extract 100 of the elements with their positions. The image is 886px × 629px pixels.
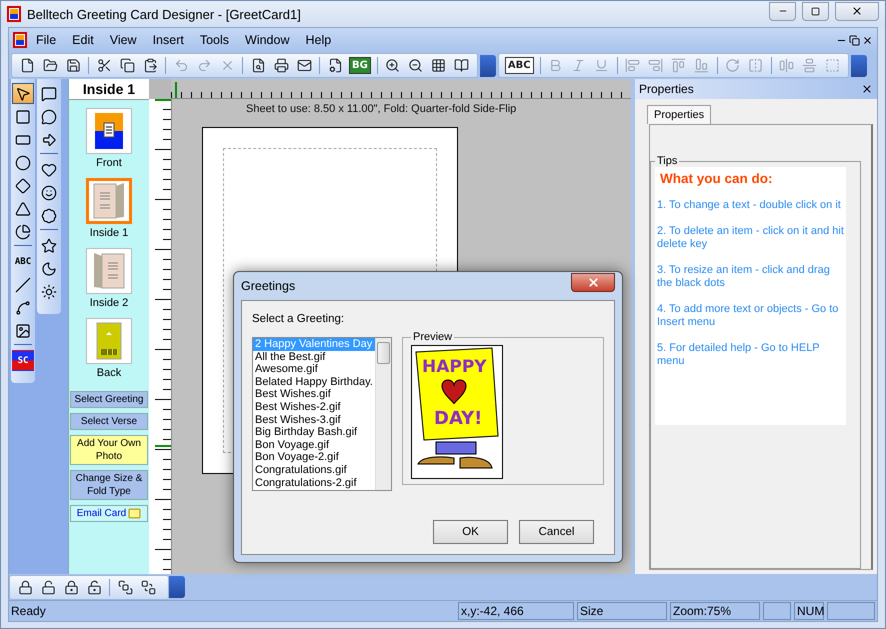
lock-icon[interactable] bbox=[64, 580, 78, 594]
paste-icon[interactable] bbox=[142, 58, 158, 73]
close-button[interactable] bbox=[835, 2, 879, 20]
pointer-icon[interactable] bbox=[15, 86, 31, 102]
lock-icon[interactable] bbox=[18, 580, 32, 594]
email-card-button[interactable]: Email Card bbox=[70, 505, 148, 522]
menu-item[interactable]: View bbox=[102, 31, 144, 49]
tip-text: 3. To resize an item - click and drag the black dots bbox=[657, 264, 831, 290]
page-thumbnail[interactable] bbox=[86, 178, 132, 224]
ruler-marker bbox=[175, 82, 177, 98]
callout-icon[interactable] bbox=[41, 108, 57, 124]
maximize-icon bbox=[811, 6, 820, 16]
send-to-back-icon[interactable] bbox=[140, 580, 156, 594]
list-item[interactable]: All the Best.gif bbox=[253, 350, 375, 364]
list-item[interactable]: Congratulations-2.gif bbox=[253, 476, 375, 490]
copy-icon[interactable] bbox=[120, 58, 134, 73]
folder-icon[interactable] bbox=[42, 58, 58, 73]
group-label: Preview bbox=[412, 331, 454, 343]
list-item[interactable]: Belated Happy Birthday. bbox=[253, 376, 375, 388]
action-button[interactable]: Change Size & Fold Type bbox=[70, 470, 148, 500]
unlock-icon[interactable] bbox=[86, 580, 102, 594]
panel-title: Properties bbox=[639, 82, 694, 96]
callout-icon[interactable] bbox=[41, 86, 57, 102]
envelope-icon[interactable] bbox=[296, 58, 312, 73]
pie-shape-icon[interactable] bbox=[15, 224, 31, 240]
menu-item[interactable]: Insert bbox=[146, 31, 191, 49]
menu-item[interactable]: Edit bbox=[65, 31, 101, 49]
status-panel bbox=[763, 602, 791, 620]
burst-icon[interactable] bbox=[41, 208, 57, 224]
scrollbar[interactable] bbox=[375, 338, 391, 490]
toolbar-options-handle[interactable] bbox=[169, 576, 185, 598]
sun-icon[interactable] bbox=[41, 284, 57, 300]
restore-icon[interactable] bbox=[849, 34, 860, 46]
printer-icon[interactable] bbox=[274, 58, 288, 73]
page-label: Front bbox=[96, 157, 122, 169]
action-button[interactable]: Add Your Own Photo bbox=[70, 435, 148, 465]
ruler-marker bbox=[155, 445, 171, 447]
zoom-out-icon[interactable] bbox=[408, 58, 424, 73]
menu-item[interactable]: Tools bbox=[192, 31, 236, 49]
zoom-in-icon[interactable] bbox=[385, 58, 400, 73]
document-logo-icon bbox=[13, 32, 27, 48]
diamond-icon[interactable] bbox=[15, 178, 31, 194]
unlock-icon[interactable] bbox=[40, 580, 56, 594]
cancel-button[interactable]: Cancel bbox=[519, 520, 594, 544]
page-thumbnail[interactable] bbox=[86, 248, 132, 294]
clipart-text: DAY! bbox=[434, 408, 482, 429]
maximize-button[interactable] bbox=[802, 2, 829, 20]
ruler-marker bbox=[155, 99, 171, 101]
dialog-title: Greetings bbox=[241, 279, 296, 293]
heart-icon[interactable] bbox=[41, 162, 57, 178]
ellipse-icon[interactable] bbox=[15, 154, 31, 170]
tips-heading: What you can do: bbox=[659, 171, 774, 186]
line-icon[interactable] bbox=[15, 276, 31, 292]
tip-text: 5. For detailed help - Go to HELP menu bbox=[657, 342, 820, 368]
ok-button[interactable]: OK bbox=[433, 520, 508, 544]
moon-icon[interactable] bbox=[41, 260, 57, 276]
menu-item[interactable]: File bbox=[29, 31, 64, 49]
list-item[interactable]: Big Birthday Bash.gif bbox=[253, 426, 375, 439]
list-item[interactable]: Best Wishes.gif bbox=[253, 388, 375, 401]
list-item[interactable]: Congratulations.gif bbox=[253, 464, 375, 477]
action-button[interactable]: Select Greeting bbox=[70, 391, 148, 408]
status-panel: x,y:-42, 466 bbox=[458, 602, 574, 620]
close-icon bbox=[851, 5, 863, 17]
grid-icon[interactable] bbox=[431, 58, 446, 73]
window-title: Belltech Greeting Card Designer - [GreetCard1] bbox=[27, 6, 302, 22]
list-item[interactable]: Awesome.gif bbox=[253, 363, 375, 376]
close-icon[interactable] bbox=[861, 83, 873, 95]
save-icon[interactable] bbox=[66, 58, 80, 73]
scissors-icon[interactable] bbox=[96, 58, 112, 73]
star-icon[interactable] bbox=[41, 238, 57, 254]
list-item[interactable]: Best Wishes-3.gif bbox=[253, 414, 375, 426]
properties-icon[interactable] bbox=[328, 58, 342, 73]
toolbar-options-handle[interactable] bbox=[850, 54, 867, 76]
menu-item[interactable]: Help bbox=[298, 31, 338, 49]
page-thumbnail[interactable] bbox=[86, 318, 132, 364]
spell-check-button[interactable]: ABC bbox=[504, 57, 534, 74]
action-button[interactable]: Select Verse bbox=[70, 413, 148, 430]
arrow-icon[interactable] bbox=[41, 132, 57, 148]
menu-item[interactable]: Window bbox=[238, 31, 296, 49]
triangle-icon[interactable] bbox=[15, 200, 31, 216]
list-item[interactable]: Bon Voyage.gif bbox=[253, 438, 375, 452]
list-item[interactable]: Best Wishes-2.gif bbox=[253, 400, 375, 414]
sheet-info: Sheet to use: 8.50 x 11.00", Fold: Quarter-fold Side-Flip bbox=[246, 103, 516, 115]
list-item[interactable]: Bon Voyage-2.gif bbox=[253, 451, 375, 464]
curve-icon[interactable] bbox=[15, 300, 31, 316]
rectangle-icon[interactable] bbox=[15, 108, 31, 124]
book-icon[interactable] bbox=[454, 58, 470, 73]
new-file-icon[interactable] bbox=[20, 58, 34, 73]
properties-tab[interactable]: Properties bbox=[647, 105, 712, 124]
close-icon[interactable] bbox=[862, 34, 873, 46]
background-button[interactable]: BG bbox=[349, 57, 371, 74]
status-panel bbox=[827, 602, 875, 620]
picture-icon[interactable] bbox=[15, 322, 31, 338]
close-button[interactable] bbox=[571, 272, 615, 292]
smiley-icon[interactable] bbox=[41, 184, 57, 200]
toolbar-options-handle[interactable] bbox=[480, 54, 496, 76]
bring-to-front-icon[interactable] bbox=[118, 580, 132, 594]
print-preview-icon[interactable] bbox=[250, 58, 266, 73]
page-thumbnail[interactable] bbox=[86, 108, 132, 154]
text-tool[interactable]: ABC bbox=[12, 251, 34, 272]
